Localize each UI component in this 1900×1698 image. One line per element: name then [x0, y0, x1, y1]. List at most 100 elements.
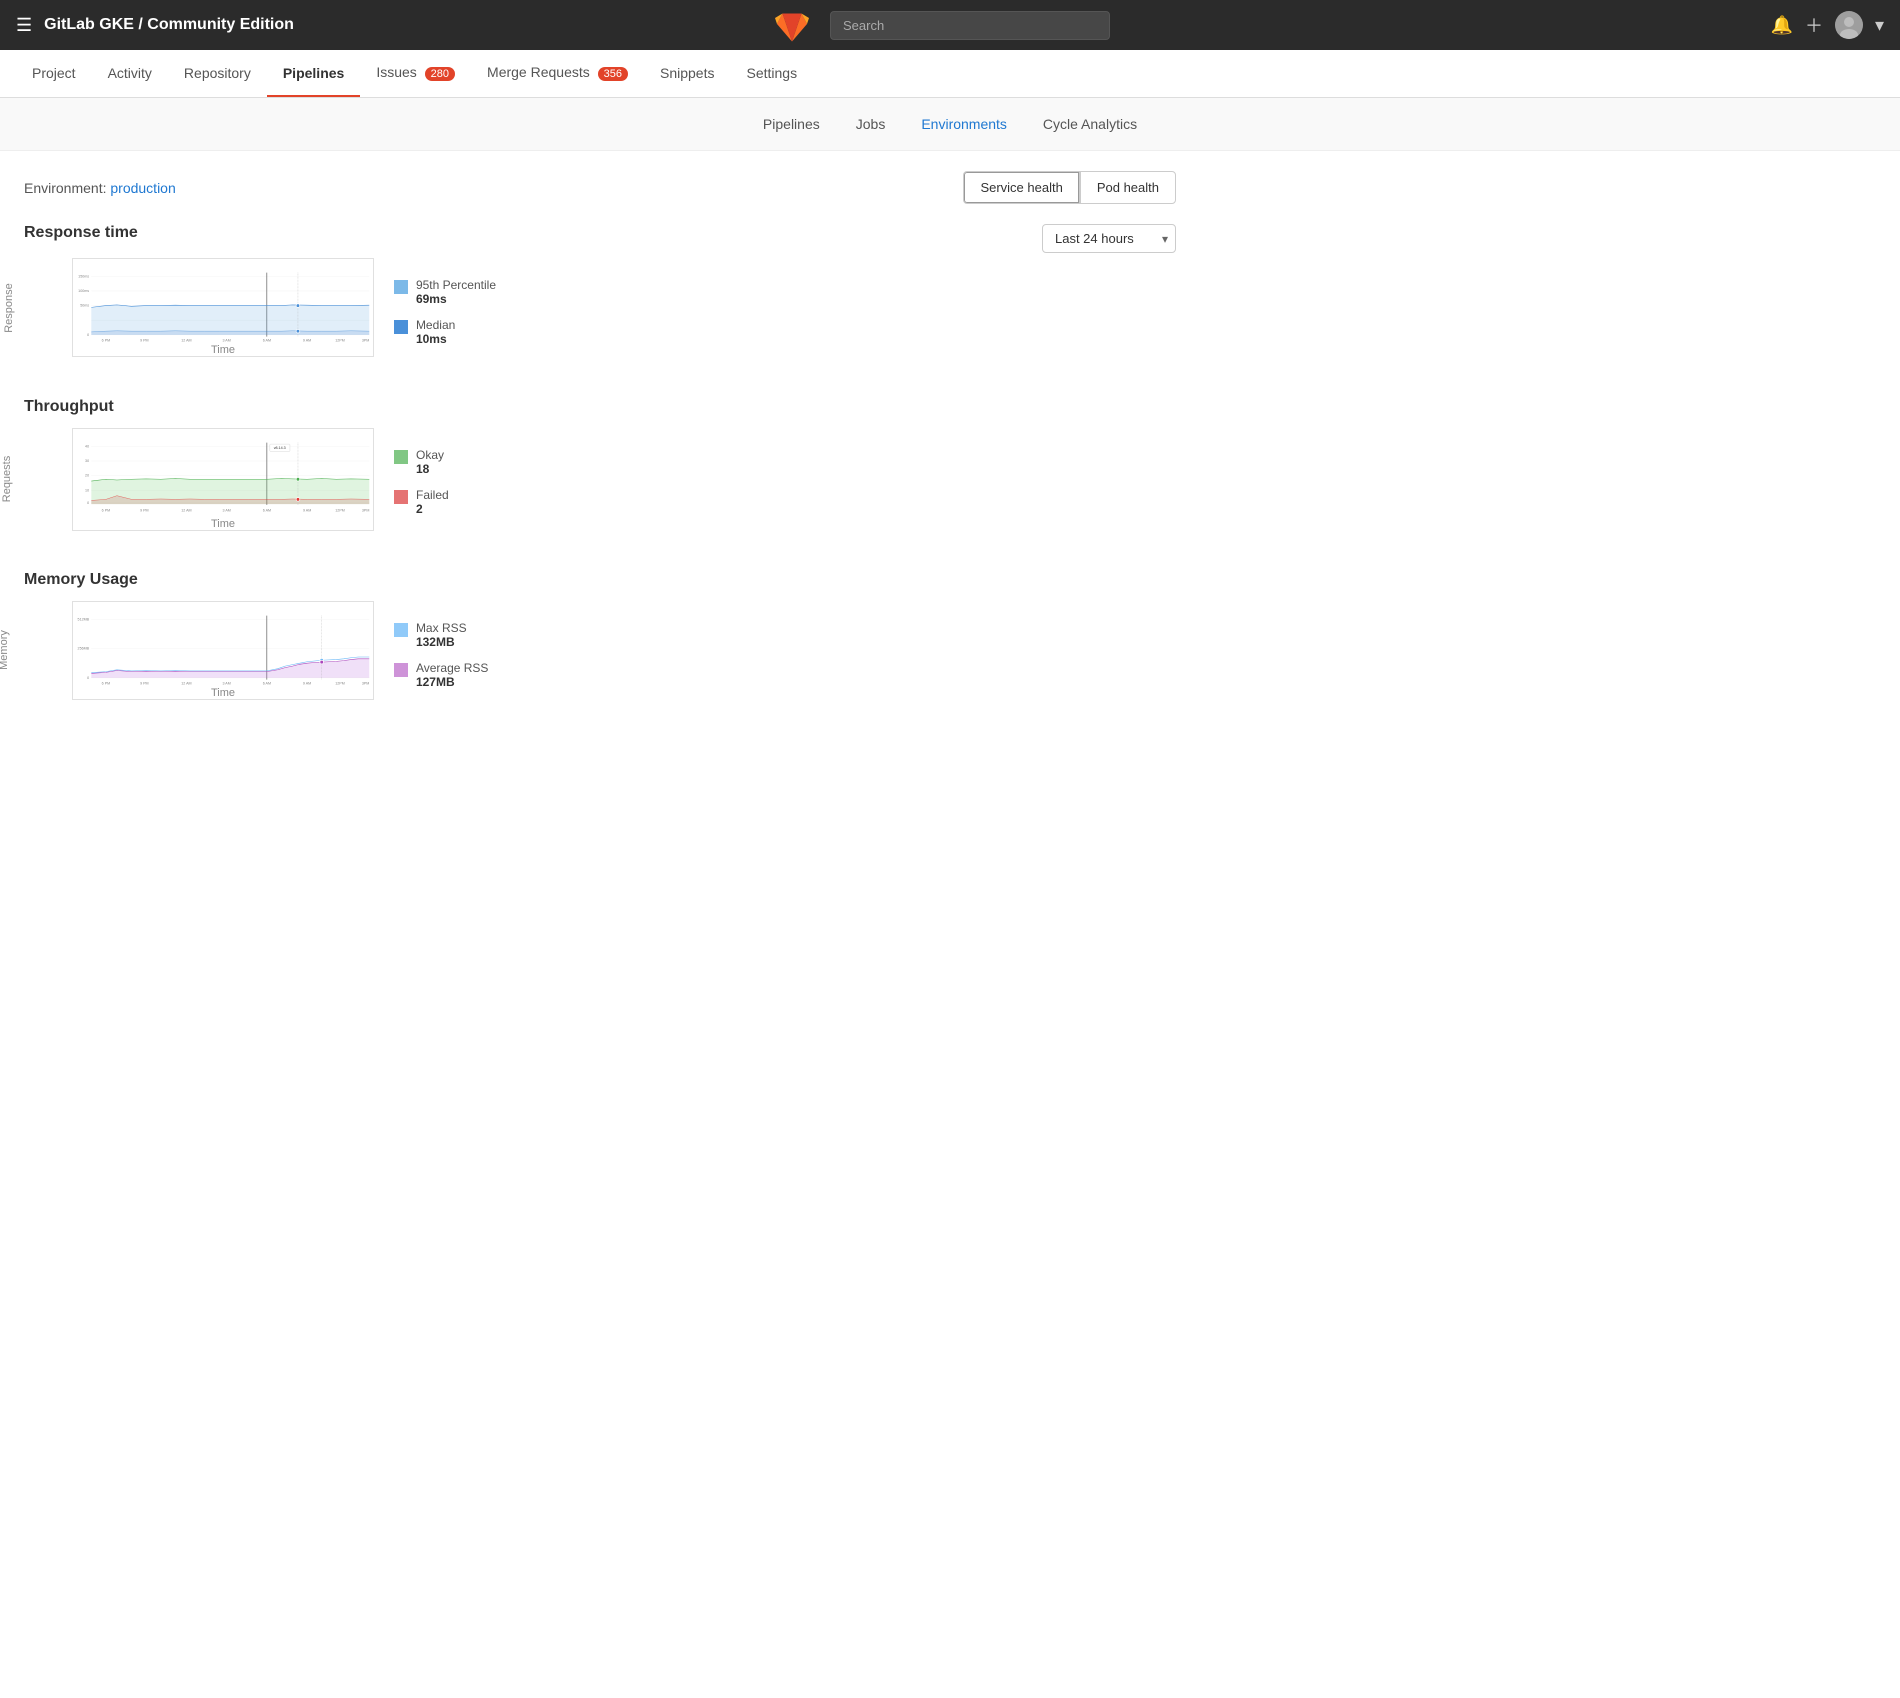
legend-failed-color: [394, 490, 408, 504]
svg-text:12PM: 12PM: [335, 681, 345, 685]
legend-max-rss-text: Max RSS 132MB: [416, 621, 467, 649]
search-bar: [830, 11, 1110, 40]
svg-text:6 PM: 6 PM: [102, 338, 111, 342]
svg-text:12PM: 12PM: [335, 508, 345, 512]
throughput-title: Throughput: [24, 398, 1176, 416]
throughput-legend: Okay 18 Failed 2: [394, 428, 514, 528]
svg-text:v8.14.3: v8.14.3: [274, 446, 286, 450]
svg-text:9 PM: 9 PM: [140, 681, 149, 685]
time-select-wrap: Last 30 minutes Last 1 hour Last 3 hours…: [1042, 224, 1176, 253]
legend-failed: Failed 2: [394, 488, 514, 516]
legend-95th-text: 95th Percentile 69ms: [416, 278, 496, 306]
nav-repository[interactable]: Repository: [168, 51, 267, 97]
svg-text:6 PM: 6 PM: [102, 508, 111, 512]
svg-text:3 AM: 3 AM: [223, 508, 231, 512]
nav-issues[interactable]: Issues 280: [360, 50, 471, 97]
nav-pipelines[interactable]: Pipelines: [267, 51, 360, 97]
top-navbar: ☰ GitLab GKE / Community Edition 🔔 ＋ ▾: [0, 0, 1900, 50]
svg-text:150ms: 150ms: [78, 274, 89, 278]
bell-icon[interactable]: 🔔: [1771, 15, 1793, 36]
legend-median: Median 10ms: [394, 318, 514, 346]
issues-badge: 280: [425, 67, 455, 81]
main-nav: Project Activity Repository Pipelines Is…: [0, 50, 1900, 98]
legend-95th-color: [394, 280, 408, 294]
svg-text:3 AM: 3 AM: [222, 338, 230, 342]
response-y-label: Response: [3, 283, 15, 333]
svg-text:6 AM: 6 AM: [263, 508, 271, 512]
svg-text:40: 40: [85, 444, 89, 448]
nav-activity[interactable]: Activity: [92, 51, 168, 97]
tab-environments[interactable]: Environments: [903, 108, 1025, 140]
brand-logo: [774, 6, 810, 45]
plus-icon[interactable]: ＋: [1805, 12, 1823, 38]
svg-text:30: 30: [85, 459, 89, 463]
throughput-chart-wrap: Requests 40 30 20 10 0: [24, 428, 374, 531]
nav-project[interactable]: Project: [16, 51, 92, 97]
svg-text:6 AM: 6 AM: [263, 338, 271, 342]
svg-text:12 AM: 12 AM: [181, 681, 191, 685]
svg-text:9 PM: 9 PM: [140, 508, 148, 512]
service-health-button[interactable]: Service health: [963, 171, 1079, 204]
legend-max-rss-color: [394, 623, 408, 637]
throughput-section: Throughput Requests 40 30 20: [24, 398, 1176, 531]
legend-avg-rss-color: [394, 663, 408, 677]
svg-text:512MB: 512MB: [78, 617, 90, 621]
svg-text:100ms: 100ms: [78, 289, 89, 293]
legend-failed-text: Failed 2: [416, 488, 449, 516]
legend-median-color: [394, 320, 408, 334]
legend-median-text: Median 10ms: [416, 318, 455, 346]
svg-text:6 AM: 6 AM: [263, 681, 271, 685]
time-dropdown[interactable]: Last 30 minutes Last 1 hour Last 3 hours…: [1042, 224, 1176, 253]
memory-usage-title: Memory Usage: [24, 571, 1176, 589]
memory-x-label: Time: [73, 687, 373, 699]
env-link[interactable]: production: [110, 180, 175, 196]
avatar[interactable]: [1835, 11, 1863, 39]
svg-text:3PM: 3PM: [362, 681, 370, 685]
response-time-section: Response time Last 30 minutes Last 1 hou…: [24, 224, 1176, 358]
pipeline-tabs: Pipelines Jobs Environments Cycle Analyt…: [0, 98, 1900, 151]
memory-chart-container: Memory 512MB 256MB 0: [24, 601, 1176, 701]
memory-chart-wrap: Memory 512MB 256MB 0: [24, 601, 374, 700]
legend-okay-text: Okay 18: [416, 448, 444, 476]
env-bar: Environment: production Service health P…: [24, 171, 1176, 204]
throughput-svg: 40 30 20 10 0 v8.14.3: [73, 439, 373, 516]
legend-95th: 95th Percentile 69ms: [394, 278, 514, 306]
nav-settings[interactable]: Settings: [730, 51, 813, 97]
hamburger-icon[interactable]: ☰: [16, 15, 32, 36]
throughput-y-label: Requests: [1, 456, 13, 502]
svg-text:3 AM: 3 AM: [222, 681, 230, 685]
memory-svg: 512MB 256MB 0: [73, 612, 373, 685]
tab-jobs[interactable]: Jobs: [838, 108, 904, 140]
legend-okay: Okay 18: [394, 448, 514, 476]
svg-text:0: 0: [87, 333, 89, 337]
tab-cycle-analytics[interactable]: Cycle Analytics: [1025, 108, 1155, 140]
svg-text:10: 10: [85, 488, 89, 492]
nav-merge-requests[interactable]: Merge Requests 356: [471, 50, 644, 97]
nav-right: 🔔 ＋ ▾: [1771, 11, 1884, 39]
svg-text:9 AM: 9 AM: [303, 681, 311, 685]
svg-text:50ms: 50ms: [80, 304, 89, 308]
throughput-chart-area: 40 30 20 10 0 v8.14.3: [72, 428, 374, 531]
health-buttons: Service health Pod health: [963, 171, 1176, 204]
response-time-svg: 150ms 100ms 50ms 0: [73, 269, 373, 342]
legend-avg-rss: Average RSS 127MB: [394, 661, 514, 689]
svg-text:256MB: 256MB: [78, 646, 90, 650]
throughput-x-label: Time: [73, 518, 373, 530]
tab-pipelines[interactable]: Pipelines: [745, 108, 838, 140]
response-time-title: Response time: [24, 224, 138, 242]
svg-text:6 PM: 6 PM: [102, 681, 111, 685]
memory-usage-section: Memory Usage Memory 512MB 256MB 0: [24, 571, 1176, 701]
env-label: Environment: production: [24, 180, 176, 196]
pod-health-button[interactable]: Pod health: [1080, 171, 1176, 204]
svg-text:3PM: 3PM: [362, 338, 370, 342]
nav-snippets[interactable]: Snippets: [644, 51, 730, 97]
chevron-down-icon[interactable]: ▾: [1875, 15, 1884, 36]
svg-text:9 AM: 9 AM: [303, 508, 311, 512]
search-input[interactable]: [830, 11, 1110, 40]
legend-avg-rss-text: Average RSS 127MB: [416, 661, 489, 689]
legend-okay-color: [394, 450, 408, 464]
svg-text:12 AM: 12 AM: [181, 508, 191, 512]
svg-text:12 AM: 12 AM: [181, 338, 191, 342]
memory-legend: Max RSS 132MB Average RSS 127MB: [394, 601, 514, 701]
svg-text:0: 0: [87, 501, 89, 505]
